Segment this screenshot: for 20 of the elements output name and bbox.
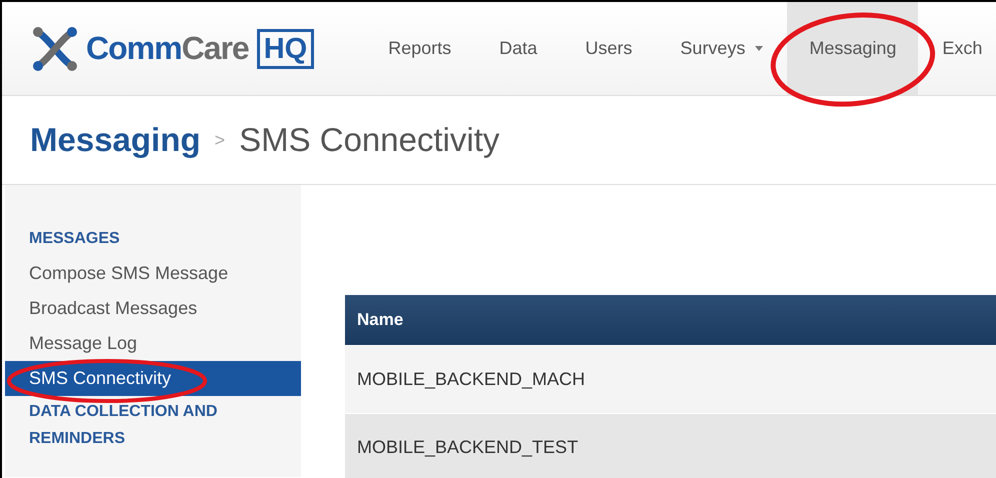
breadcrumb-link[interactable]: Messaging — [30, 121, 201, 159]
sidebar-item[interactable]: Compose SMS Message — [5, 256, 301, 291]
sidebar-heading: MESSAGES — [28, 229, 121, 249]
column-header: Name — [345, 295, 996, 345]
page-title: SMS Connectivity — [239, 121, 500, 159]
nav-tab[interactable]: Exch — [918, 2, 996, 95]
nav-tab[interactable]: Messaging — [787, 2, 918, 95]
nav-tab[interactable]: Reports — [364, 2, 476, 95]
table-cell: MOBILE_BACKEND_TEST — [345, 413, 996, 478]
breadcrumb-separator: > — [214, 130, 226, 150]
sidebar-item[interactable]: SMS Connectivity — [5, 361, 301, 396]
sidebar-item[interactable]: Broadcast Messages — [5, 291, 301, 326]
sidebar-item[interactable]: Message Log — [5, 326, 301, 361]
nav-tab[interactable]: Surveys — [656, 2, 788, 95]
logo-badge: HQ — [256, 28, 314, 68]
nav-tab[interactable]: Data — [475, 2, 562, 95]
table-cell: MOBILE_BACKEND_MACH — [345, 345, 996, 413]
sidebar-heading: DATA COLLECTION AND REMINDERS — [28, 402, 218, 449]
logo-text: CommCare — [86, 30, 249, 67]
nav-tab[interactable]: Users — [561, 2, 656, 95]
